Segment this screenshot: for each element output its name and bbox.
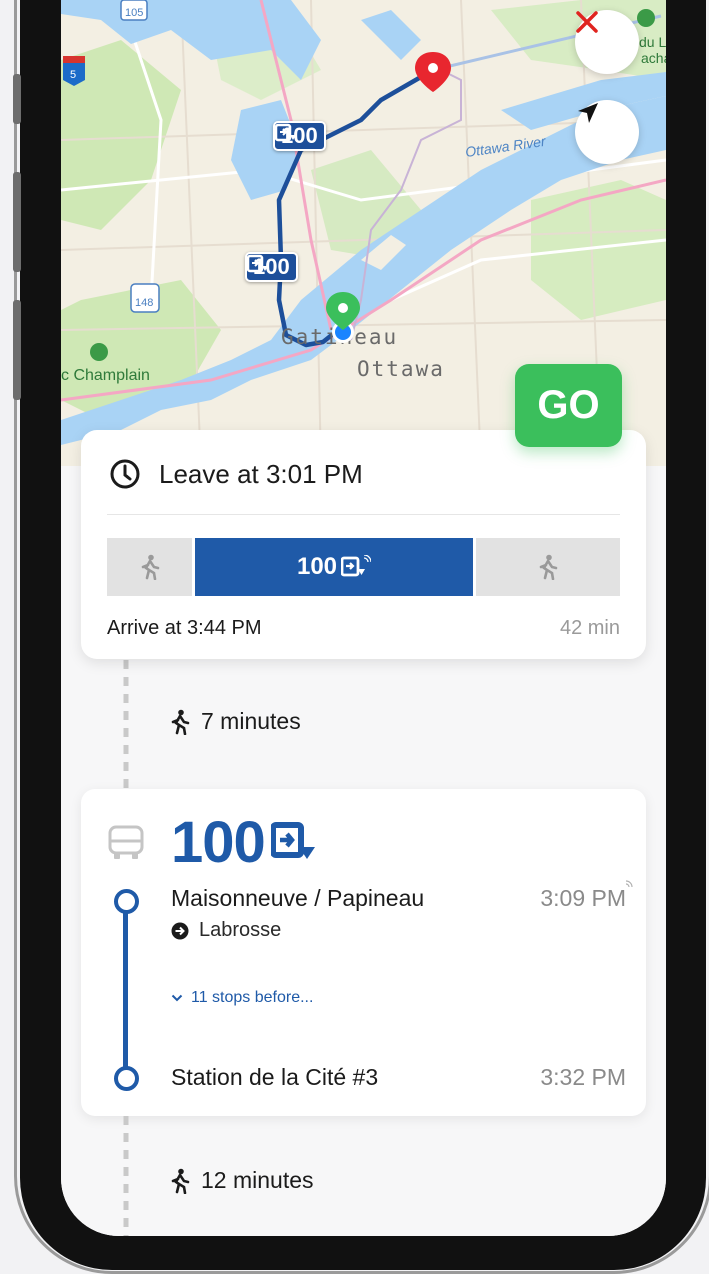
board-stop-time: 3:09 PM [540, 885, 626, 911]
divider [107, 514, 620, 515]
leave-time-row[interactable]: Leave at 3:01 PM [109, 458, 363, 490]
svg-text:5: 5 [70, 69, 76, 81]
walking-icon [171, 709, 190, 735]
trip-summary-card[interactable]: Leave at 3:01 PM 100 Arrive at 3:44 PM 4… [81, 430, 646, 659]
walking-icon [141, 554, 159, 580]
volume-down-button [13, 300, 21, 400]
clock-icon [110, 459, 140, 489]
exit-stop-name: Station de la Cité #3 [171, 1064, 379, 1090]
go-button[interactable]: GO [515, 364, 622, 447]
walking-icon [539, 554, 558, 580]
svg-text:Ottawa: Ottawa [357, 357, 445, 381]
svg-text:du L: du L [639, 34, 666, 50]
bus-number-text: 100 [171, 810, 266, 875]
walk-step: 7 minutes [169, 708, 301, 735]
walk-step: 12 minutes [169, 1167, 314, 1194]
screen: Ottawa River Gatineau Ottawa c Champlain… [61, 0, 666, 1236]
direction-arrow-icon [171, 922, 189, 939]
route-line [123, 899, 128, 1077]
svg-text:acha: acha [641, 50, 666, 66]
walk-duration: 7 minutes [201, 708, 301, 734]
route-badge: 100 [245, 252, 298, 282]
trip-duration: 42 min [559, 617, 620, 639]
expand-stops-link[interactable]: 11 stops before... [171, 989, 313, 1007]
arrival-time: Arrive at 3:44 PM [107, 617, 262, 639]
recenter-button[interactable] [575, 100, 639, 164]
walk-segment [107, 538, 192, 596]
exit-stop-marker [114, 1066, 139, 1091]
volume-up-button [13, 172, 21, 272]
rapid-route-icon [275, 123, 296, 142]
leave-time: Leave at 3:01 PM [159, 458, 363, 489]
destination-pin-icon [415, 52, 451, 92]
svg-text:148: 148 [135, 297, 153, 309]
rapid-route-icon [341, 555, 372, 577]
walk-timeline [123, 1116, 129, 1236]
bus-segment-number: 100 [296, 553, 338, 580]
rapid-route-icon [247, 254, 268, 273]
board-stop-name: Maisonneuve / Papineau [171, 885, 425, 911]
direction-text: Labrosse [199, 919, 282, 941]
rapid-route-icon [270, 821, 315, 859]
bus-route-number: 100 [171, 809, 319, 876]
close-icon [576, 11, 598, 33]
walk-segment [476, 538, 620, 596]
chevron-down-icon [171, 994, 183, 1002]
exit-stop-time: 3:32 PM [540, 1064, 626, 1090]
walk-duration: 12 minutes [201, 1167, 314, 1193]
board-stop-marker [114, 889, 139, 914]
bus-icon [108, 825, 144, 859]
walking-icon [171, 1168, 190, 1194]
bus-leg-card[interactable]: 100 Maisonneuve / Papineau 3:09 PM Labro… [81, 789, 646, 1116]
navigation-arrow-icon [578, 103, 598, 123]
svg-text:105: 105 [125, 7, 143, 19]
close-button[interactable] [575, 10, 639, 74]
route-badge: 100 [273, 121, 326, 151]
stops-link-text: 11 stops before... [191, 989, 314, 1006]
svg-text:c Champlain: c Champlain [61, 367, 150, 384]
walk-timeline [123, 660, 129, 790]
bus-segment: 100 [195, 538, 473, 596]
realtime-icon [625, 880, 633, 888]
mute-switch [13, 74, 21, 124]
direction-row: Labrosse [171, 919, 281, 942]
